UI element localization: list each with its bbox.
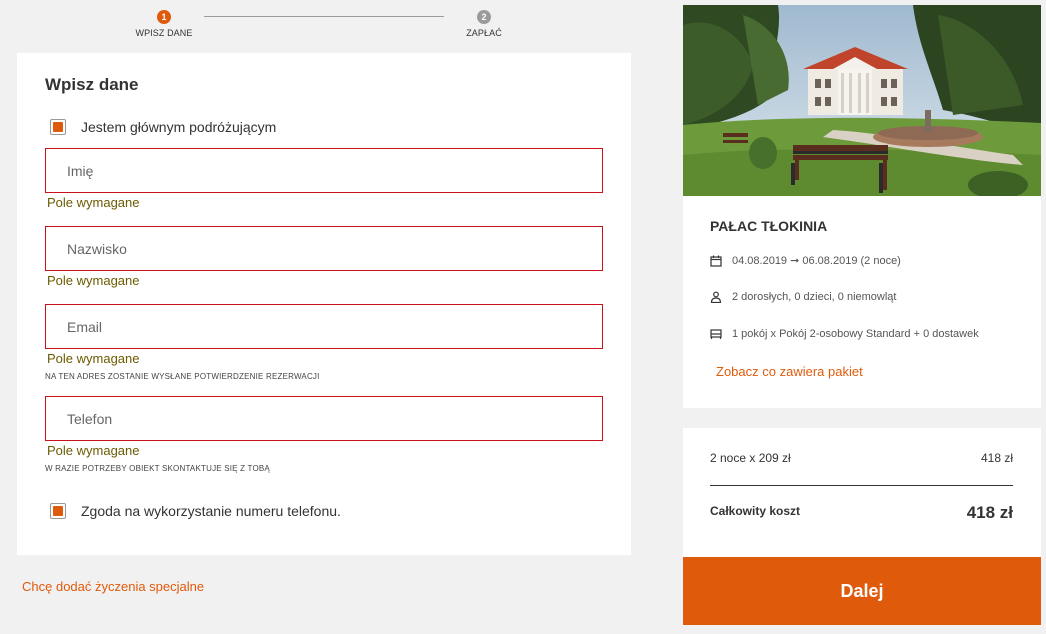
stepper-line (204, 16, 444, 17)
special-requests-link[interactable]: Chcę dodać życzenia specjalne (22, 579, 204, 594)
main-traveler-label: Jestem głównym podróżującym (81, 119, 277, 135)
phone-consent-label: Zgoda na wykorzystanie numeru telefonu. (81, 503, 341, 519)
next-button[interactable]: Dalej (683, 557, 1041, 625)
phone-field[interactable] (45, 396, 603, 441)
step-number: 1 (157, 10, 171, 24)
checkbox-checked-mark (53, 122, 63, 132)
first-name-error: Pole wymagane (47, 195, 140, 210)
total-cost-value: 418 zł (966, 503, 1013, 522)
bed-icon (710, 329, 722, 339)
last-name-field[interactable] (45, 226, 603, 271)
last-name-error: Pole wymagane (47, 273, 140, 288)
hotel-photo (683, 5, 1041, 196)
room-row: 1 pokój x Pokój 2-osobowy Standard + 0 d… (710, 328, 979, 340)
guest-details-form: Wpisz dane Jestem głównym podróżującym P… (17, 53, 631, 555)
step-label: ZAPŁAĆ (466, 28, 502, 38)
phone-consent-checkbox[interactable] (50, 503, 66, 519)
email-input[interactable] (67, 318, 602, 335)
stay-dates: 04.08.2019 ➞ 06.08.2019 (2 noce) (732, 255, 901, 267)
booking-summary-card: PAŁAC TŁOKINIA 04.08.2019 ➞ 06.08.2019 (… (683, 5, 1041, 408)
room-description: 1 pokój x Pokój 2-osobowy Standard + 0 d… (732, 328, 979, 340)
hotel-name: PAŁAC TŁOKINIA (710, 218, 828, 234)
checkbox-checked-mark (53, 506, 63, 516)
email-field[interactable] (45, 304, 603, 349)
guests-count: 2 dorosłych, 0 dzieci, 0 niemowląt (732, 291, 897, 303)
form-title: Wpisz dane (45, 75, 139, 94)
package-details-link[interactable]: Zobacz co zawiera pakiet (716, 364, 863, 379)
main-traveler-checkbox[interactable] (50, 119, 66, 135)
step-pay: 2 ZAPŁAĆ (439, 10, 529, 38)
phone-consent-checkbox-row[interactable]: Zgoda na wykorzystanie numeru telefonu. (50, 503, 341, 519)
step-label: WPISZ DANE (135, 28, 193, 38)
nights-price-label: 2 noce x 209 zł (710, 451, 791, 465)
guests-row: 2 dorosłych, 0 dzieci, 0 niemowląt (710, 291, 896, 303)
nights-price-value: 418 zł (980, 451, 1013, 465)
total-cost-label: Całkowity koszt (710, 504, 801, 518)
email-hint: NA TEN ADRES ZOSTANIE WYSŁANE POTWIERDZE… (45, 372, 320, 381)
step-number: 2 (477, 10, 491, 24)
price-summary-card: 2 noce x 209 zł 418 zł Całkowity koszt 4… (683, 428, 1041, 558)
price-divider (710, 485, 1013, 486)
phone-hint: W RAZIE POTRZEBY OBIEKT SKONTAKTUJE SIĘ … (45, 464, 270, 473)
last-name-input[interactable] (67, 240, 602, 257)
main-traveler-checkbox-row[interactable]: Jestem głównym podróżującym (50, 119, 276, 135)
step-enter-data: 1 WPISZ DANE (119, 10, 209, 38)
first-name-input[interactable] (67, 162, 602, 179)
stay-dates-row: 04.08.2019 ➞ 06.08.2019 (2 noce) (710, 254, 901, 267)
progress-stepper: 1 WPISZ DANE 2 ZAPŁAĆ (0, 0, 650, 52)
calendar-icon (710, 255, 722, 267)
phone-input[interactable] (67, 410, 602, 427)
person-icon (710, 291, 722, 303)
phone-error: Pole wymagane (47, 443, 140, 458)
email-error: Pole wymagane (47, 351, 140, 366)
first-name-field[interactable] (45, 148, 603, 193)
